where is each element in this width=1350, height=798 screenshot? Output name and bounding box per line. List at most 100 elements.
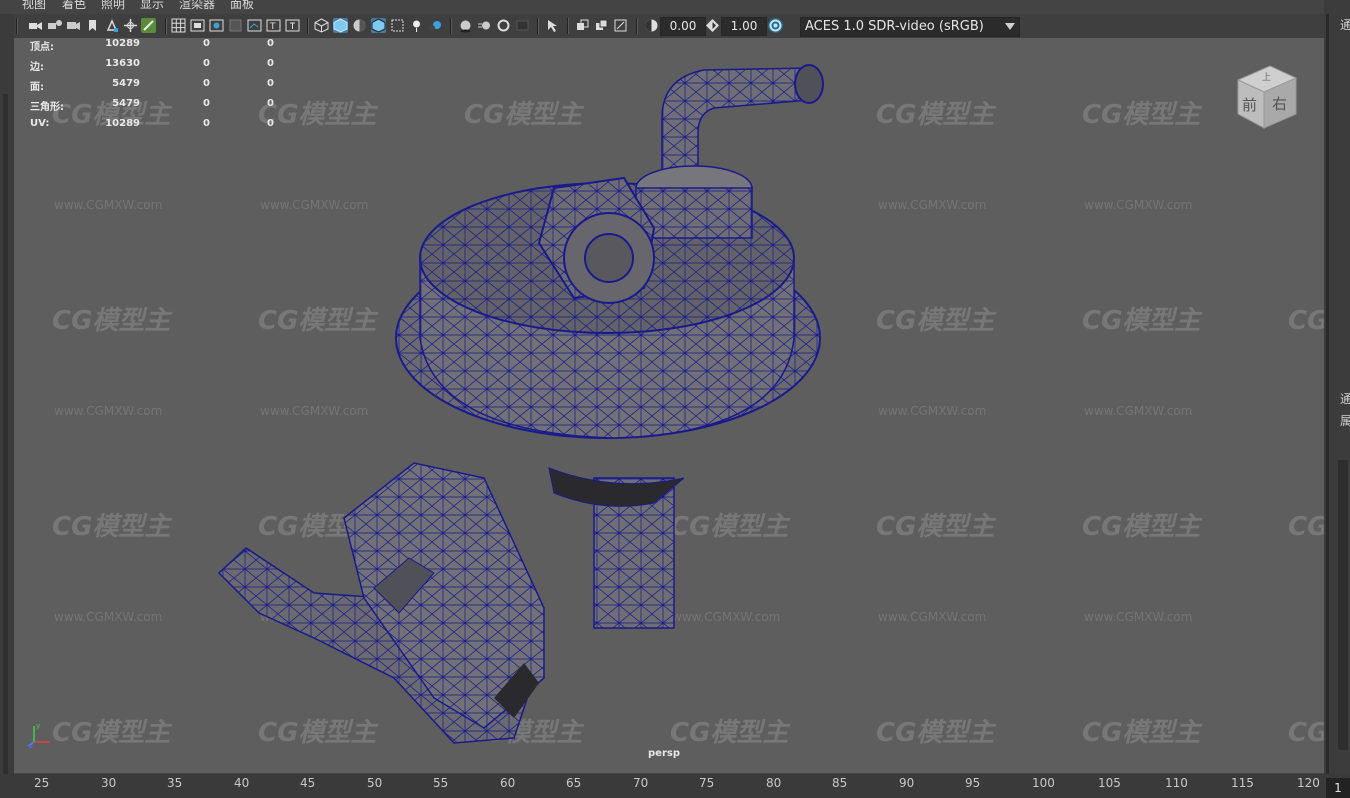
timeline-tick-label: 70	[633, 776, 649, 790]
xray-icon[interactable]	[390, 18, 405, 33]
menu-lighting[interactable]: 照明	[101, 0, 125, 10]
gate-mask-icon[interactable]	[228, 18, 243, 33]
safe-title-icon[interactable]	[285, 18, 300, 33]
toolbar-separator	[450, 18, 452, 34]
film-gate-icon[interactable]	[190, 18, 205, 33]
right-panel-scrollbar[interactable]	[1338, 460, 1348, 750]
hud-value: 0	[203, 118, 210, 129]
time-slider[interactable]: 25 30 35 40 45 50 55 60 65 70 75 80 85 9…	[0, 774, 1350, 798]
hud-value: 10289	[105, 118, 140, 129]
menu-show[interactable]: 显示	[140, 0, 164, 10]
left-scroll-track	[3, 94, 8, 774]
hud-label: 边:	[30, 62, 44, 73]
menu-view[interactable]: 视图	[22, 0, 46, 10]
menu-panels[interactable]: 面板	[230, 0, 254, 10]
svg-text:T: T	[269, 22, 276, 32]
field-chart-icon[interactable]	[247, 18, 262, 33]
hud-label: 三角形:	[30, 102, 64, 113]
timeline-tick-label: 75	[699, 776, 715, 790]
hud-row: UV: 10289 0 0	[14, 118, 314, 132]
anti-aliasing-icon[interactable]	[496, 18, 511, 33]
bookmark-icon[interactable]	[66, 18, 81, 33]
toolbar-separator	[537, 18, 539, 34]
chevron-down-icon	[1005, 23, 1015, 30]
gamma-field[interactable]: 1.00	[721, 17, 767, 36]
fuel-pump-wireframe-mesh[interactable]	[14, 38, 1324, 773]
hud-value: 5479	[112, 98, 140, 109]
image-plane-icon[interactable]	[85, 18, 100, 33]
timeline-tick-label: 50	[367, 776, 383, 790]
color-space-dropdown[interactable]: ACES 1.0 SDR-video (sRGB)	[800, 17, 1020, 37]
wireframe-on-shaded-icon[interactable]	[371, 18, 386, 33]
wireframe-icon[interactable]	[314, 18, 329, 33]
panel-splitter[interactable]	[1326, 14, 1329, 774]
hud-value: 0	[203, 78, 210, 89]
xray-active-icon[interactable]	[594, 18, 609, 33]
timeline-tick-label: 45	[300, 776, 316, 790]
motion-blur-icon[interactable]	[477, 18, 492, 33]
hud-value: 0	[267, 78, 274, 89]
exposure-field[interactable]: 0.00	[660, 17, 706, 36]
timeline-tick-label: 30	[101, 776, 117, 790]
view-cube[interactable]: 上 前 右	[1230, 62, 1302, 134]
isolate-select-icon[interactable]	[545, 18, 560, 33]
toolbar-separator	[636, 18, 638, 34]
hud-row: 边: 13630 0 0	[14, 58, 314, 73]
hud-label: 顶点:	[30, 42, 54, 53]
view-cube-front-label: 前	[1242, 96, 1257, 114]
heads-up-display: 顶点: 10289 0 0 边: 13630 0 0 面: 5479 0 0 三…	[14, 38, 314, 138]
menu-shading[interactable]: 着色	[62, 0, 86, 10]
view-cube-top-label: 上	[1262, 72, 1271, 83]
timeline-tick-label: 80	[766, 776, 782, 790]
hud-value: 0	[203, 58, 210, 69]
depth-of-field-icon[interactable]	[515, 18, 530, 33]
camera-attributes-icon[interactable]	[47, 18, 62, 33]
screen-space-ao-icon[interactable]	[458, 18, 473, 33]
axis-gizmo: y z	[27, 722, 50, 750]
timeline-tick-label: 90	[899, 776, 915, 790]
use-all-lights-icon[interactable]	[409, 18, 424, 33]
toolbar-separator	[567, 18, 569, 34]
gamma-icon[interactable]	[705, 18, 720, 33]
timeline-tick-label: 110	[1165, 776, 1188, 790]
timeline-tick-label: 40	[234, 776, 250, 790]
toolbar-separator	[307, 18, 309, 34]
right-panel-label: 属	[1340, 414, 1350, 428]
hud-label: UV:	[30, 118, 50, 129]
hud-row: 三角形: 5479 0 0	[14, 98, 314, 113]
exposure-icon[interactable]	[644, 18, 659, 33]
timeline-tick-label: 100	[1032, 776, 1055, 790]
timeline-tick-label: 65	[566, 776, 582, 790]
pencil-tool-icon[interactable]	[141, 18, 156, 33]
color-space-value: ACES 1.0 SDR-video (sRGB)	[805, 19, 984, 34]
xray-joints-icon[interactable]	[575, 18, 590, 33]
grid-icon[interactable]	[171, 18, 186, 33]
hud-toggle-icon[interactable]	[613, 18, 628, 33]
timeline-tick-label: 35	[167, 776, 183, 790]
3d-viewport[interactable]: CG模型主 CG模型主 CG模型主 CG模型主 CG模型主 CG模型主 CG模型…	[14, 38, 1324, 773]
current-frame-field[interactable]: 1	[1326, 778, 1350, 798]
timeline-tick-label: 60	[500, 776, 516, 790]
timeline-tick-label: 105	[1098, 776, 1121, 790]
color-management-icon[interactable]	[768, 18, 783, 33]
toolbar-separator	[165, 18, 167, 34]
camera-name-label: persp	[648, 748, 680, 759]
hud-value: 13630	[105, 58, 140, 69]
shadows-icon[interactable]	[428, 18, 443, 33]
hud-value: 0	[203, 98, 210, 109]
panel-toolbar: T 0.00 1.00 ACES 1.0 SDR-video (sRGB)	[14, 14, 1324, 38]
svg-text:y: y	[36, 722, 40, 730]
panel-menu-bar: 视图 着色 照明 显示 渲染器 面板	[0, 0, 1350, 14]
default-material-icon[interactable]	[352, 18, 367, 33]
grease-pencil-icon[interactable]	[123, 18, 138, 33]
2d-pan-zoom-icon[interactable]	[105, 18, 120, 33]
smooth-shade-icon[interactable]	[333, 18, 348, 33]
timeline-tick-label: 115	[1231, 776, 1254, 790]
menu-renderer[interactable]: 渲染器	[179, 0, 215, 10]
hud-row: 顶点: 10289 0 0	[14, 38, 314, 53]
safe-action-icon[interactable]: T	[266, 18, 281, 33]
timeline-tick-label: 55	[433, 776, 449, 790]
camera-select-icon[interactable]	[28, 18, 43, 33]
resolution-gate-icon[interactable]	[209, 18, 224, 33]
hud-value: 0	[203, 38, 210, 49]
